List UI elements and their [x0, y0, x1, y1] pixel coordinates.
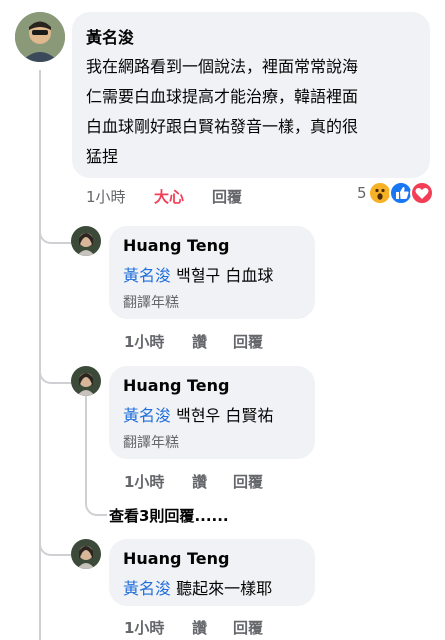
comment-author[interactable]: 黃名浚: [86, 24, 134, 48]
thread-connector-1: [39, 228, 73, 244]
view-more-replies-link[interactable]: 查看3則回覆......: [109, 505, 229, 526]
comment-line: 仁需要白血球提高才能治療，韓語裡面: [86, 87, 359, 106]
person-avatar-icon: [71, 366, 101, 396]
reply-time[interactable]: 1小時: [124, 471, 164, 492]
reply-bubble: Huang Teng 黃名浚 聽起來一樣耶: [109, 539, 315, 606]
person-avatar-icon: [71, 226, 101, 256]
reply-text: 黃名浚 백혈구 白血球: [123, 262, 273, 286]
comment-line: 我在網路看到一個說法，裡面常常說海: [86, 57, 359, 76]
comment-text: 我在網路看到一個說法，裡面常常說海 仁需要白血球提高才能治療，韓語裡面 白血球剛…: [86, 52, 421, 172]
reply-author[interactable]: Huang Teng: [123, 376, 229, 395]
mention-link[interactable]: 黃名浚: [123, 266, 171, 285]
reply-bubble: Huang Teng 黃名浚 백현우 白賢祐 翻譯年糕: [109, 366, 315, 459]
like-button[interactable]: 讚: [192, 471, 207, 492]
translate-link[interactable]: 翻譯年糕: [123, 292, 179, 312]
like-button[interactable]: 讚: [192, 331, 207, 352]
translate-link[interactable]: 翻譯年糕: [123, 432, 179, 452]
mention-link[interactable]: 黃名浚: [123, 406, 171, 425]
nested-thread-connector: [85, 496, 107, 516]
reply-text: 黃名浚 聽起來一樣耶: [123, 575, 272, 599]
comment-line: 猛捏: [86, 147, 119, 166]
reply-button[interactable]: 回覆: [233, 617, 263, 638]
reply-button[interactable]: 回覆: [212, 186, 242, 207]
reply-message: 백혈구 白血球: [176, 266, 274, 285]
reply-time[interactable]: 1小時: [124, 617, 164, 638]
love-reaction-button[interactable]: 大心: [154, 186, 184, 207]
thread-line-main: [39, 70, 41, 640]
reply-bubble: Huang Teng 黃名浚 백혈구 白血球 翻譯年糕: [109, 226, 315, 319]
thread-connector-3: [39, 540, 73, 556]
reply-message: 聽起來一樣耶: [176, 579, 273, 598]
reply-button[interactable]: 回覆: [233, 471, 263, 492]
like-button[interactable]: 讚: [192, 617, 207, 638]
love-reaction-icon: [410, 181, 434, 205]
reply-time[interactable]: 1小時: [124, 331, 164, 352]
reply-author[interactable]: Huang Teng: [123, 236, 229, 255]
mention-link[interactable]: 黃名浚: [123, 579, 171, 598]
thread-connector-2: [39, 368, 73, 384]
comment-bubble: 黃名浚 我在網路看到一個說法，裡面常常說海 仁需要白血球提高才能治療，韓語裡面 …: [72, 12, 430, 178]
reply-button[interactable]: 回覆: [233, 331, 263, 352]
person-avatar-icon: [15, 12, 65, 62]
comment-time[interactable]: 1小時: [86, 186, 126, 207]
nested-thread-line: [85, 396, 87, 500]
reply-message: 백현우 白賢祐: [176, 406, 274, 425]
reply-text: 黃名浚 백현우 白賢祐: [123, 402, 273, 426]
avatar[interactable]: [71, 539, 101, 569]
avatar[interactable]: [15, 12, 65, 62]
person-avatar-icon: [71, 539, 101, 569]
avatar[interactable]: [71, 366, 101, 396]
avatar[interactable]: [71, 226, 101, 256]
reply-author[interactable]: Huang Teng: [123, 549, 229, 568]
comment-line: 白血球剛好跟白賢祐發音一樣，真的很: [86, 117, 359, 136]
reaction-count[interactable]: 5: [357, 184, 367, 202]
